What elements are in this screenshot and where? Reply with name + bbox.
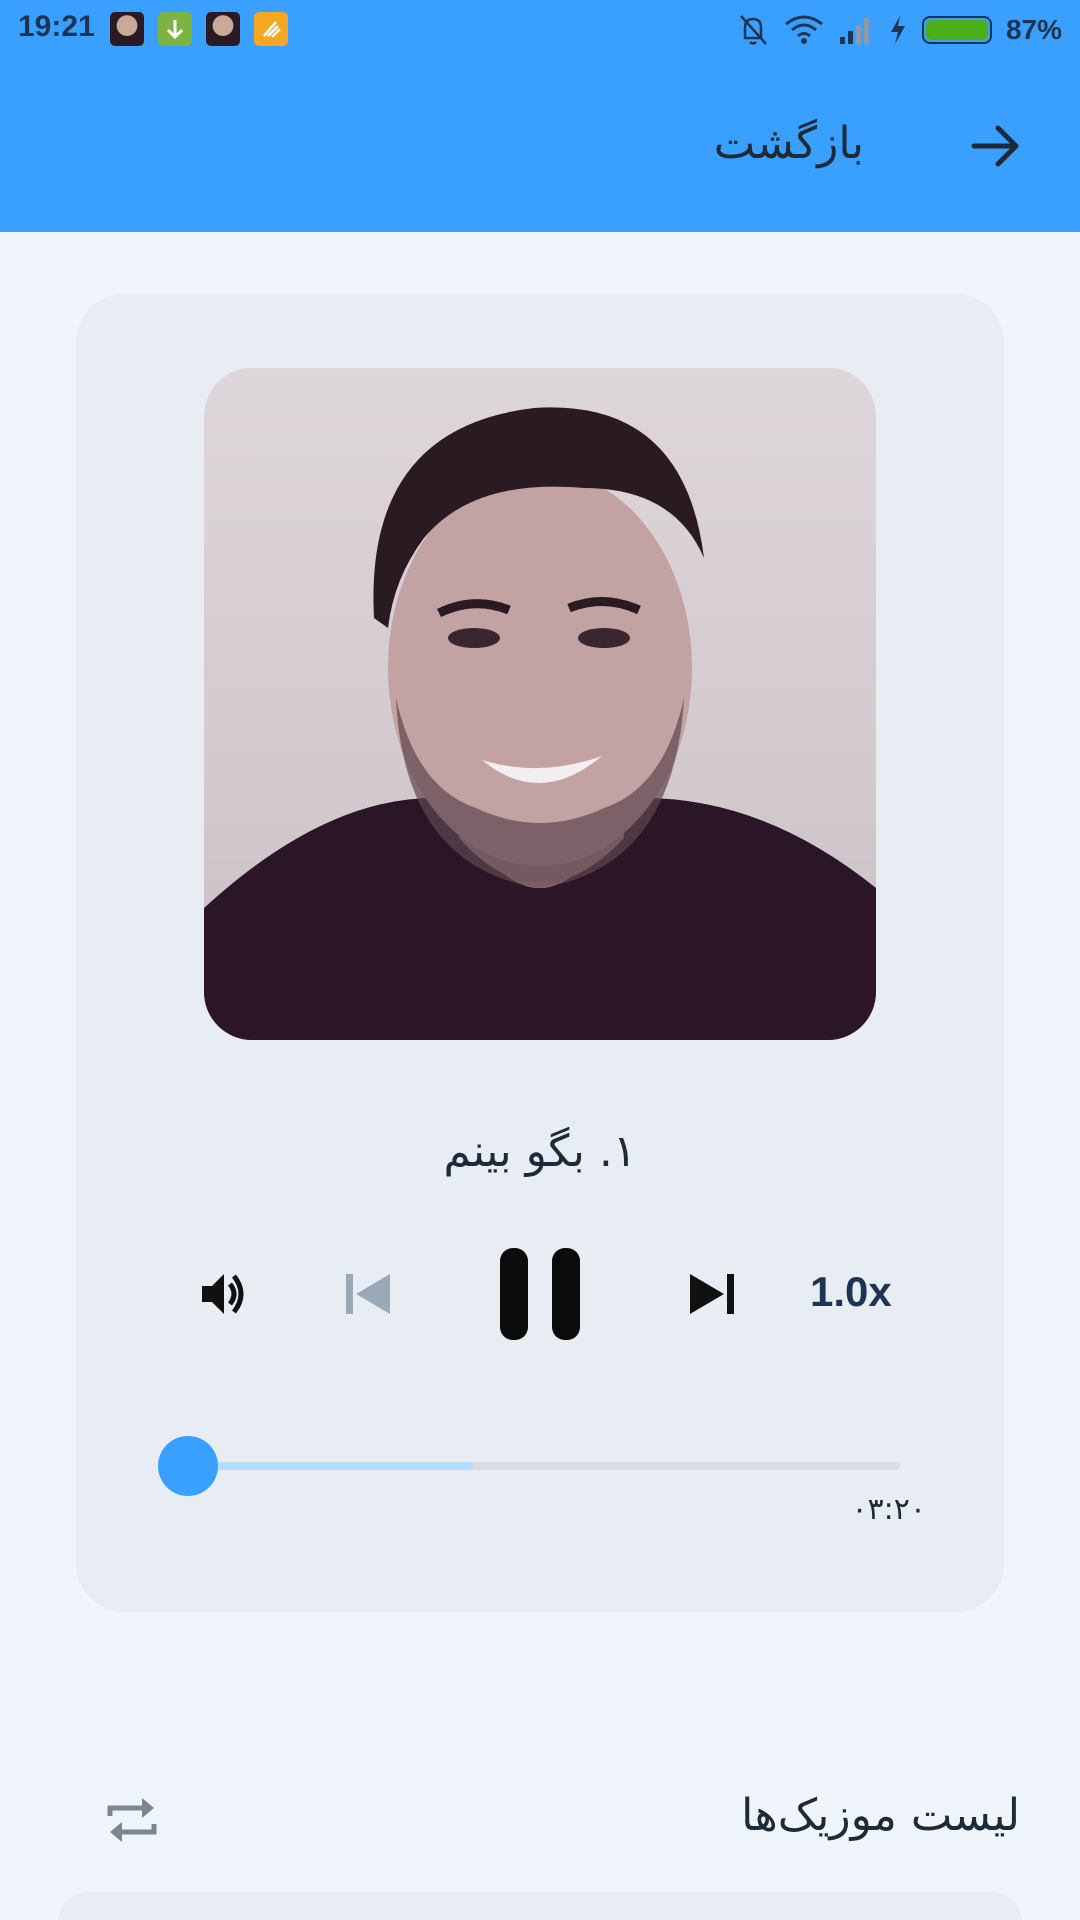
clean-icon [254,12,288,46]
playlist-title: لیست موزیک‌ها [741,1790,1020,1841]
remaining-time: ۰۳:۲۰ [851,1492,926,1527]
charging-icon [890,16,905,44]
status-time: 19:21 [18,10,95,43]
battery-icon [921,16,992,44]
playback-controls: 1.0x [76,1244,1004,1344]
progress-track[interactable] [188,1462,900,1470]
wifi-icon [785,15,823,44]
status-bar: 19:21 87% [0,0,1080,60]
volume-icon[interactable] [196,1266,252,1322]
system-status-icons: 87% [736,10,1062,50]
avatar-icon [206,12,240,46]
skip-next-icon[interactable] [684,1266,740,1322]
arrow-right-icon[interactable] [970,120,1022,172]
signal-icon [839,18,869,44]
playlist-list [58,1892,1022,1920]
progress-thumb[interactable] [158,1436,218,1496]
pause-icon[interactable] [488,1244,592,1344]
artist-portrait-image [204,407,876,1040]
skip-previous-icon[interactable] [340,1266,396,1322]
player-card: ۱. بگو بینم 1.0x ۰۳:۲۰ [76,294,1004,1612]
track-title: ۱. بگو بینم [443,1126,637,1177]
bell-off-icon [740,15,767,45]
playback-speed-button[interactable]: 1.0x [810,1268,892,1316]
progress-buffer [188,1462,473,1470]
repeat-icon[interactable] [102,1790,162,1850]
back-label[interactable]: بازگشت [714,118,864,169]
battery-percent: 87% [1005,14,1062,45]
album-cover [204,368,876,1040]
app-bar: بازگشت [0,60,1080,232]
avatar-icon [110,12,144,46]
download-icon [158,12,192,46]
